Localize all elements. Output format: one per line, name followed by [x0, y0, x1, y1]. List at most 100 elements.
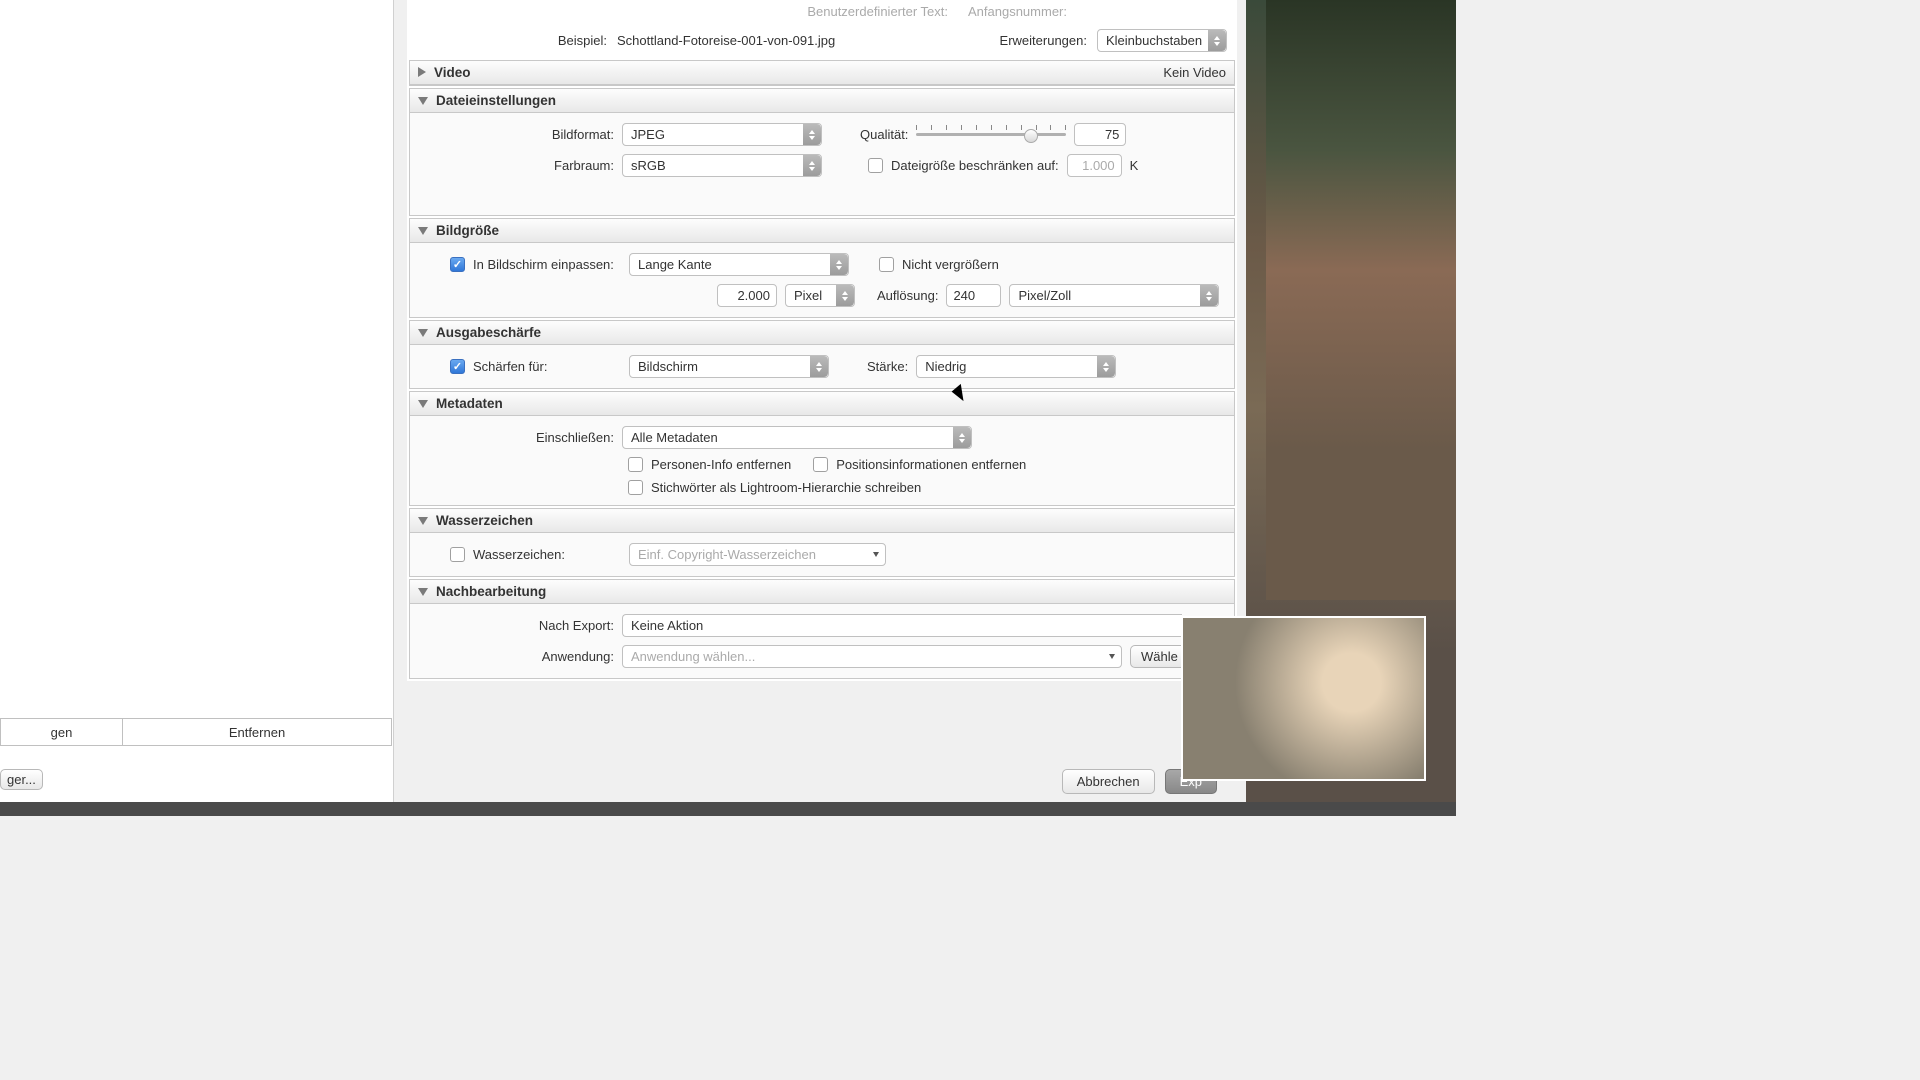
metadata-title: Metadaten: [436, 396, 503, 411]
file-settings-header[interactable]: Dateieinstellungen: [410, 89, 1234, 113]
include-label: Einschließen:: [424, 430, 614, 445]
resolution-unit-select[interactable]: Pixel/Zoll: [1009, 284, 1219, 307]
limit-filesize-unit: K: [1130, 158, 1139, 173]
image-size-header[interactable]: Bildgröße: [410, 219, 1234, 243]
strength-value: Niedrig: [925, 359, 966, 374]
resolution-unit-value: Pixel/Zoll: [1018, 288, 1071, 303]
colorspace-select[interactable]: sRGB: [622, 154, 822, 177]
limit-filesize-value: 1.000: [1082, 158, 1115, 173]
limit-filesize-checkbox[interactable]: [868, 158, 883, 173]
after-export-label: Nach Export:: [424, 618, 614, 633]
post-processing-title: Nachbearbeitung: [436, 584, 546, 599]
keywords-hierarchy-checkbox[interactable]: [628, 480, 643, 495]
watermark-label: Wasserzeichen:: [473, 547, 621, 562]
manager-wrap: ger...: [0, 769, 43, 790]
preset-manager-button[interactable]: ger...: [0, 769, 43, 790]
quality-value: 75: [1105, 127, 1119, 142]
remove-location-checkbox[interactable]: [813, 457, 828, 472]
disclosure-down-icon: [418, 329, 428, 337]
image-format-value: JPEG: [631, 127, 665, 142]
choose-app-label: Wähle: [1141, 649, 1178, 664]
dropdown-arrow-icon: [836, 285, 854, 306]
dropdown-arrow-icon: [1097, 356, 1115, 377]
application-value: Anwendung wählen...: [631, 649, 755, 664]
application-select[interactable]: Anwendung wählen...: [622, 645, 1122, 668]
sharpen-target-value: Bildschirm: [638, 359, 698, 374]
sharpening-header[interactable]: Ausgabeschärfe: [410, 321, 1234, 345]
limit-filesize-input[interactable]: 1.000: [1067, 154, 1122, 177]
disclosure-right-icon: [418, 67, 426, 77]
dialog-buttons: Abbrechen Exp: [407, 769, 1227, 794]
disclosure-down-icon: [418, 400, 428, 408]
after-export-select[interactable]: Keine Aktion: [622, 614, 1182, 637]
disclosure-down-icon: [418, 588, 428, 596]
application-label: Anwendung:: [424, 649, 614, 664]
custom-text-label: Benutzerdefinierter Text:: [417, 4, 968, 19]
example-label: Beispiel:: [417, 33, 607, 48]
strength-select[interactable]: Niedrig: [916, 355, 1116, 378]
metadata-header[interactable]: Metadaten: [410, 392, 1234, 416]
watermark-title: Wasserzeichen: [436, 513, 533, 528]
dropdown-arrow-icon: [1208, 30, 1226, 51]
dimension-unit-select[interactable]: Pixel: [785, 284, 855, 307]
remove-preset-label: Entfernen: [229, 725, 285, 740]
no-upscale-checkbox[interactable]: [879, 257, 894, 272]
watermark-section: Wasserzeichen Wasserzeichen: Einf. Copyr…: [409, 508, 1235, 577]
start-number-label: Anfangsnummer:: [968, 4, 1087, 19]
image-size-title: Bildgröße: [436, 223, 499, 238]
colorspace-label: Farbraum:: [424, 158, 614, 173]
remove-preset-button[interactable]: Entfernen: [122, 718, 392, 746]
file-settings-section: Dateieinstellungen Bildformat: JPEG Qual…: [409, 88, 1235, 216]
sharpening-section: Ausgabeschärfe Schärfen für: Bildschirm …: [409, 320, 1235, 389]
dropdown-arrow-icon: [1103, 646, 1121, 667]
slider-thumb-icon[interactable]: [1024, 129, 1038, 143]
remove-person-label: Personen-Info entfernen: [651, 457, 791, 472]
add-preset-label: gen: [51, 725, 73, 740]
image-size-section: Bildgröße In Bildschirm einpassen: Lange…: [409, 218, 1235, 318]
sharpen-target-select[interactable]: Bildschirm: [629, 355, 829, 378]
extensions-value: Kleinbuchstaben: [1106, 33, 1202, 48]
watermark-value: Einf. Copyright-Wasserzeichen: [638, 547, 816, 562]
fit-mode-value: Lange Kante: [638, 257, 712, 272]
add-preset-button[interactable]: gen: [0, 718, 122, 746]
dropdown-arrow-icon: [953, 427, 971, 448]
metadata-section: Metadaten Einschließen: Alle Metadaten P…: [409, 391, 1235, 506]
strength-label: Stärke:: [867, 359, 908, 374]
resolution-input[interactable]: 240: [946, 284, 1001, 307]
sidebar-bottom-buttons: gen Entfernen: [0, 718, 394, 746]
left-panel: [0, 0, 394, 816]
disclosure-down-icon: [418, 97, 428, 105]
image-format-select[interactable]: JPEG: [622, 123, 822, 146]
watermark-checkbox[interactable]: [450, 547, 465, 562]
preset-manager-label: ger...: [7, 772, 36, 787]
resolution-label: Auflösung:: [877, 288, 938, 303]
quality-slider[interactable]: [916, 125, 1066, 145]
fit-screen-checkbox[interactable]: [450, 257, 465, 272]
image-format-label: Bildformat:: [424, 127, 614, 142]
photo-preview: [1266, 0, 1456, 600]
resolution-value: 240: [953, 288, 975, 303]
dimension-value: 2.000: [737, 288, 770, 303]
post-processing-section: Nachbearbeitung Nach Export: Keine Aktio…: [409, 579, 1235, 679]
disclosure-down-icon: [418, 517, 428, 525]
sharpen-checkbox[interactable]: [450, 359, 465, 374]
post-processing-header[interactable]: Nachbearbeitung: [410, 580, 1234, 604]
quality-label: Qualität:: [860, 127, 908, 142]
remove-person-checkbox[interactable]: [628, 457, 643, 472]
cancel-button[interactable]: Abbrechen: [1062, 769, 1155, 794]
fit-screen-label: In Bildschirm einpassen:: [473, 257, 621, 272]
dimension-input[interactable]: 2.000: [717, 284, 777, 307]
watermark-select[interactable]: Einf. Copyright-Wasserzeichen: [629, 543, 886, 566]
quality-input[interactable]: 75: [1074, 123, 1126, 146]
watermark-header[interactable]: Wasserzeichen: [410, 509, 1234, 533]
extensions-select[interactable]: Kleinbuchstaben: [1097, 29, 1227, 52]
sharpening-title: Ausgabeschärfe: [436, 325, 541, 340]
example-value: Schottland-Fotoreise-001-von-091.jpg: [617, 33, 990, 48]
bottom-bar: [0, 802, 1456, 816]
keywords-hierarchy-label: Stichwörter als Lightroom-Hierarchie sch…: [651, 480, 921, 495]
fit-mode-select[interactable]: Lange Kante: [629, 253, 849, 276]
include-metadata-select[interactable]: Alle Metadaten: [622, 426, 972, 449]
dropdown-arrow-icon: [803, 155, 821, 176]
dropdown-arrow-icon: [803, 124, 821, 145]
video-header[interactable]: Video Kein Video: [410, 61, 1234, 85]
